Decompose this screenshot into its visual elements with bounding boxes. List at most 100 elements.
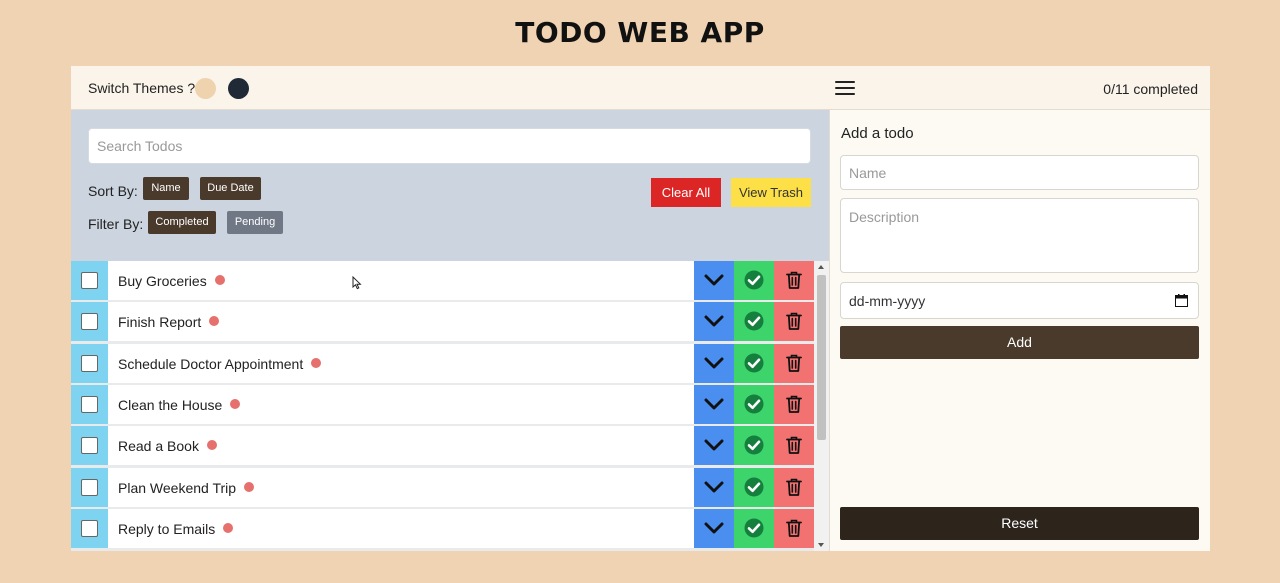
sort-due-date-button[interactable]: Due Date: [200, 177, 261, 200]
todo-checkbox-cell: [71, 344, 108, 383]
todo-name: Schedule Doctor Appointment: [118, 356, 322, 372]
trash-icon: [786, 519, 802, 537]
trash-icon: [786, 436, 802, 454]
complete-button[interactable]: [734, 302, 774, 341]
chevron-down-icon: [704, 357, 724, 369]
complete-button[interactable]: [734, 509, 774, 548]
priority-dot: [214, 275, 225, 285]
filter-label: Filter By:: [88, 216, 144, 232]
todo-name: Reply to Emails: [118, 521, 234, 537]
clear-all-button[interactable]: Clear All: [651, 178, 721, 207]
expand-button[interactable]: [694, 302, 734, 341]
todo-name-text: Schedule Doctor Appointment: [118, 356, 304, 372]
todo-checkbox[interactable]: [81, 313, 98, 330]
app-frame: Switch Themes ? 0/11 completed Sort By: …: [71, 66, 1210, 551]
scroll-down-arrow[interactable]: [818, 543, 824, 547]
todo-controls: Sort By: Name Due Date Filter By: Comple…: [71, 110, 829, 261]
todo-checkbox-cell: [71, 385, 108, 424]
add-todo-button[interactable]: Add: [840, 326, 1199, 359]
calendar-icon[interactable]: [1175, 294, 1188, 307]
check-circle-icon: [744, 270, 764, 290]
complete-button[interactable]: [734, 426, 774, 465]
todo-row: Finish Report: [71, 302, 814, 341]
chevron-down-icon: [704, 315, 724, 327]
todo-name: Buy Groceries: [118, 273, 225, 289]
trash-icon: [786, 271, 802, 289]
todo-list: Buy Groceries Finish Report Schedule Docto…: [71, 261, 829, 551]
chevron-down-icon: [704, 274, 724, 286]
todo-checkbox[interactable]: [81, 520, 98, 537]
search-input[interactable]: [88, 128, 811, 164]
delete-button[interactable]: [774, 302, 814, 341]
check-circle-icon: [744, 311, 764, 331]
expand-button[interactable]: [694, 468, 734, 507]
todo-checkbox-cell: [71, 509, 108, 548]
check-circle-icon: [744, 518, 764, 538]
view-trash-button[interactable]: View Trash: [731, 178, 811, 207]
todo-checkbox[interactable]: [81, 272, 98, 289]
trash-icon: [786, 354, 802, 372]
todo-checkbox-cell: [71, 468, 108, 507]
priority-dot: [230, 399, 241, 409]
chevron-down-icon: [704, 439, 724, 451]
sort-name-button[interactable]: Name: [143, 177, 189, 200]
todo-checkbox[interactable]: [81, 355, 98, 372]
delete-button[interactable]: [774, 509, 814, 548]
delete-button[interactable]: [774, 261, 814, 300]
delete-button[interactable]: [774, 344, 814, 383]
todo-row: Clean the House: [71, 385, 814, 424]
trash-icon: [786, 312, 802, 330]
expand-button[interactable]: [694, 261, 734, 300]
priority-dot: [223, 523, 234, 533]
priority-dot: [206, 440, 217, 450]
complete-button[interactable]: [734, 344, 774, 383]
delete-button[interactable]: [774, 426, 814, 465]
delete-button[interactable]: [774, 385, 814, 424]
todo-checkbox-cell: [71, 261, 108, 300]
priority-dot: [311, 358, 322, 368]
scroll-up-arrow[interactable]: [818, 265, 824, 269]
todo-row: Buy Groceries: [71, 261, 814, 300]
check-circle-icon: [744, 435, 764, 455]
todo-description-input[interactable]: [840, 198, 1199, 273]
date-placeholder: dd-mm-yyyy: [849, 292, 926, 309]
priority-dot: [209, 316, 220, 326]
expand-button[interactable]: [694, 426, 734, 465]
chevron-down-icon: [704, 522, 724, 534]
todo-list-scrollbar[interactable]: [814, 261, 829, 551]
todo-name: Plan Weekend Trip: [118, 480, 255, 496]
todo-row: Read a Book: [71, 426, 814, 465]
scroll-thumb[interactable]: [817, 275, 826, 440]
todo-name-text: Plan Weekend Trip: [118, 480, 237, 496]
reset-button[interactable]: Reset: [840, 507, 1199, 540]
dark-theme-button[interactable]: [228, 78, 249, 99]
todo-checkbox[interactable]: [81, 479, 98, 496]
todo-date-input[interactable]: dd-mm-yyyy: [840, 282, 1199, 319]
expand-button[interactable]: [694, 385, 734, 424]
todo-row: Plan Weekend Trip: [71, 468, 814, 507]
trash-icon: [786, 478, 802, 496]
priority-dot: [244, 482, 255, 492]
mouse-cursor-icon: [352, 276, 362, 290]
delete-button[interactable]: [774, 468, 814, 507]
todo-checkbox[interactable]: [81, 437, 98, 454]
add-todo-panel: Add a todo dd-mm-yyyy Add Reset: [829, 110, 1210, 551]
chevron-down-icon: [704, 481, 724, 493]
todo-row: Reply to Emails: [71, 509, 814, 548]
complete-button[interactable]: [734, 261, 774, 300]
todo-name-text: Finish Report: [118, 314, 202, 330]
todo-name-input[interactable]: [840, 155, 1199, 190]
completed-count: 0/11 completed: [1103, 81, 1198, 97]
filter-completed-button[interactable]: Completed: [148, 211, 216, 234]
topbar: Switch Themes ? 0/11 completed: [71, 66, 1210, 110]
add-todo-title: Add a todo: [841, 125, 914, 142]
filter-pending-button[interactable]: Pending: [227, 211, 283, 234]
hamburger-menu-icon[interactable]: [835, 79, 857, 97]
complete-button[interactable]: [734, 468, 774, 507]
complete-button[interactable]: [734, 385, 774, 424]
light-theme-button[interactable]: [195, 78, 216, 99]
expand-button[interactable]: [694, 344, 734, 383]
todo-checkbox[interactable]: [81, 396, 98, 413]
todo-name-text: Buy Groceries: [118, 273, 207, 289]
expand-button[interactable]: [694, 509, 734, 548]
